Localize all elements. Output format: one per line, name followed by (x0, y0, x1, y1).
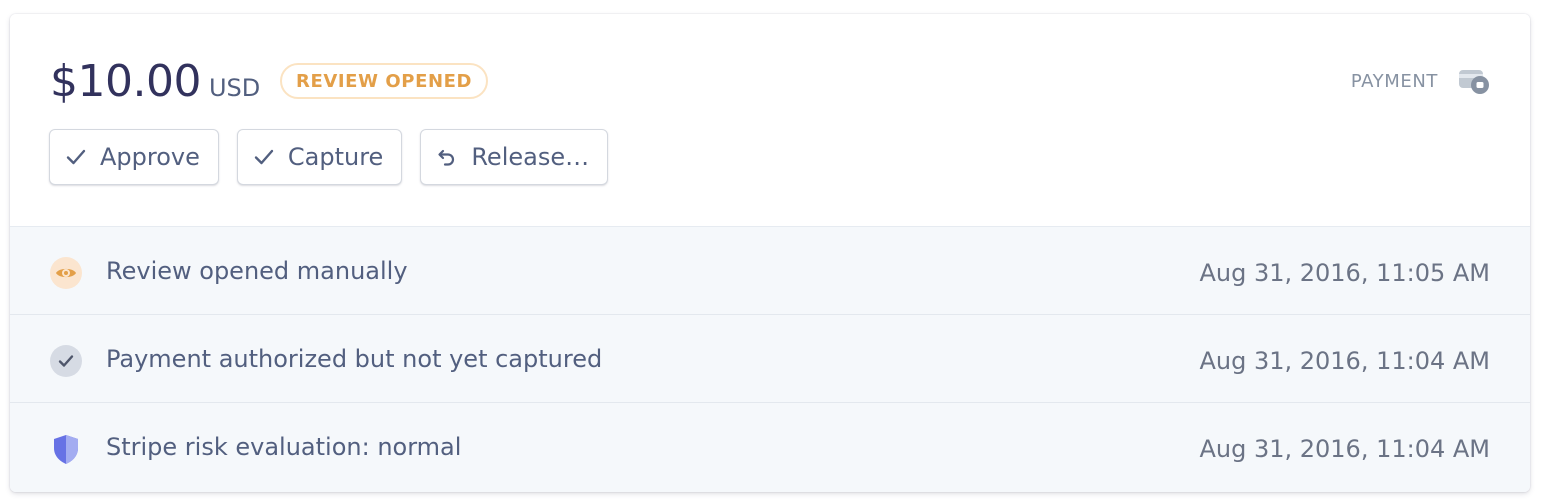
approve-button-label: Approve (100, 143, 200, 171)
status-badge: REVIEW OPENED (280, 63, 489, 99)
payment-header: $10.00 USD REVIEW OPENED PAYMENT Approve (10, 14, 1530, 226)
release-button-label: Release… (471, 143, 590, 171)
timeline-event-text: Review opened manually (106, 257, 408, 285)
approve-button[interactable]: Approve (49, 129, 219, 185)
capture-button-label: Capture (287, 143, 384, 171)
eye-icon (50, 257, 82, 289)
timeline-event: Stripe risk evaluation: normal Aug 31, 2… (10, 403, 1530, 491)
shield-icon (50, 433, 82, 465)
review-actions: Approve Capture Release… (49, 129, 609, 185)
timeline-event-time: Aug 31, 2016, 11:05 AM (1199, 259, 1490, 287)
timeline-event-time: Aug 31, 2016, 11:04 AM (1199, 347, 1490, 375)
timeline-event-text: Stripe risk evaluation: normal (106, 433, 462, 461)
timeline-event: Payment authorized but not yet captured … (10, 315, 1530, 403)
timeline-event: Review opened manually Aug 31, 2016, 11:… (10, 227, 1530, 315)
payment-timeline: Review opened manually Aug 31, 2016, 11:… (10, 226, 1530, 492)
timeline-event-time: Aug 31, 2016, 11:04 AM (1199, 435, 1490, 463)
check-icon (64, 145, 88, 169)
payment-type-label: PAYMENT (1350, 71, 1438, 92)
check-circle-icon (50, 345, 82, 377)
payment-amount: $10.00 (50, 56, 201, 107)
card-icon (1458, 68, 1490, 96)
timeline-event-text: Payment authorized but not yet captured (106, 345, 603, 373)
undo-icon (435, 145, 459, 169)
payment-currency: USD (208, 74, 261, 102)
check-icon (252, 145, 276, 169)
payment-card: $10.00 USD REVIEW OPENED PAYMENT Approve (10, 14, 1530, 492)
status-badge-label: REVIEW OPENED (296, 70, 473, 92)
capture-button[interactable]: Capture (236, 129, 403, 185)
amount-row: $10.00 USD (50, 54, 260, 110)
release-button[interactable]: Release… (420, 129, 609, 185)
